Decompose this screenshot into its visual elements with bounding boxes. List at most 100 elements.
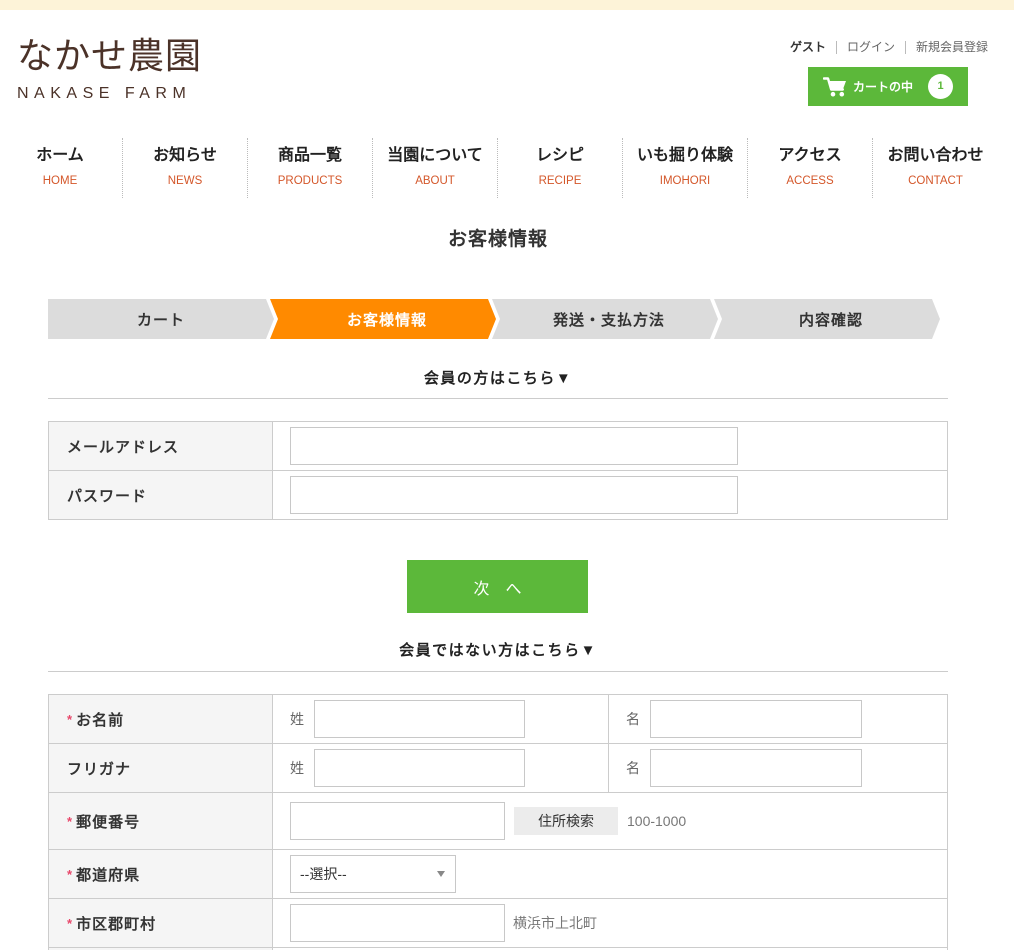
city-field[interactable]	[290, 904, 505, 942]
cart-icon	[823, 76, 847, 98]
nav-label-en: RECIPE	[538, 175, 582, 187]
link-divider	[904, 40, 906, 54]
nav-label-en: ABOUT	[415, 175, 455, 187]
furigana-label: * フリガナ	[49, 744, 273, 792]
furigana-cell: 姓 名	[273, 744, 947, 792]
postal-example-hint: 100-1000	[627, 813, 687, 829]
name-cell: 姓 名	[273, 695, 947, 743]
nav-item-contact[interactable]: お問い合わせ CONTACT	[873, 138, 998, 198]
prefecture-label-text: 都道府県	[76, 866, 141, 884]
last-name-sub-label: 姓	[290, 711, 304, 727]
section-divider	[48, 398, 948, 399]
global-nav: ホーム HOME お知らせ NEWS 商品一覧 PRODUCTS 当園について …	[0, 138, 998, 198]
cart-count-badge: 1	[928, 74, 953, 99]
first-name-kana-cell: 名	[609, 744, 947, 792]
first-name-kana-field[interactable]	[650, 749, 862, 787]
postal-label: * 郵便番号	[49, 793, 273, 849]
city-label: * 市区郡町村	[49, 899, 273, 947]
nav-item-about[interactable]: 当園について ABOUT	[373, 138, 498, 198]
logo-name-en: NAKASE FARM	[17, 85, 192, 102]
nav-label-ja: いも掘り体験	[636, 147, 733, 164]
form-row-email: メールアドレス	[49, 422, 947, 471]
nav-item-imohori[interactable]: いも掘り体験 IMOHORI	[623, 138, 748, 198]
required-mark: *	[67, 711, 74, 727]
last-name-cell: 姓	[273, 695, 609, 743]
login-link[interactable]: ログイン	[847, 39, 895, 55]
form-row-name: * お名前 姓 名	[49, 695, 947, 744]
nav-label-en: NEWS	[167, 175, 203, 187]
last-name-field[interactable]	[314, 700, 525, 738]
account-links: ゲスト ログイン 新規会員登録	[790, 39, 988, 55]
required-mark: *	[67, 813, 74, 829]
email-label: メールアドレス	[49, 422, 273, 470]
nav-label-ja: レシピ	[535, 147, 584, 164]
password-field[interactable]	[290, 476, 738, 514]
nav-label-ja: 商品一覧	[277, 147, 342, 164]
guest-form-table: * お名前 姓 名 * フリガナ 姓 名	[48, 694, 948, 950]
prefecture-select-wrapper: --選択--	[290, 855, 456, 893]
cart-label: カートの中	[853, 80, 914, 94]
required-mark: *	[67, 915, 74, 931]
nav-label-en: ACCESS	[786, 175, 834, 187]
first-name-kana-sub-label: 名	[626, 760, 640, 776]
page-title: お客様情報	[447, 229, 548, 250]
guest-section-heading: 会員ではない方はこちら▼	[399, 642, 597, 659]
city-cell: 横浜市上北町	[273, 899, 947, 947]
nav-label-en: IMOHORI	[659, 175, 711, 187]
next-button[interactable]: 次 へ	[407, 560, 588, 613]
password-cell	[273, 471, 947, 519]
nav-label-en: CONTACT	[908, 175, 963, 187]
prefecture-cell: --選択--	[273, 850, 947, 898]
step-confirm: 内容確認	[714, 299, 940, 339]
site-logo[interactable]: なかせ農園 NAKASE FARM	[17, 36, 202, 103]
nav-item-recipe[interactable]: レシピ RECIPE	[498, 138, 623, 198]
furigana-label-text: フリガナ	[67, 760, 132, 778]
last-name-kana-sub-label: 姓	[290, 760, 304, 776]
form-row-password: パスワード	[49, 471, 947, 520]
email-cell	[273, 422, 947, 470]
step-cart: カート	[48, 299, 274, 339]
last-name-kana-field[interactable]	[314, 749, 525, 787]
cart-button[interactable]: カートの中 1	[808, 67, 968, 106]
nav-label-ja: お知らせ	[153, 147, 217, 164]
checkout-steps: カート お客様情報 発送・支払方法 内容確認	[48, 299, 940, 339]
member-login-table: メールアドレス パスワード	[48, 421, 948, 520]
first-name-field[interactable]	[650, 700, 862, 738]
nav-item-news[interactable]: お知らせ NEWS	[123, 138, 248, 198]
link-divider	[835, 40, 837, 54]
form-row-furigana: * フリガナ 姓 名	[49, 744, 947, 793]
top-band	[0, 0, 1014, 10]
nav-label-ja: 当園について	[387, 147, 483, 164]
guest-label: ゲスト	[789, 40, 826, 54]
step-shipping-payment: 発送・支払方法	[492, 299, 718, 339]
name-label: * お名前	[49, 695, 273, 743]
postal-code-field[interactable]	[290, 802, 505, 840]
postal-label-text: 郵便番号	[76, 813, 141, 831]
postal-cell: 住所検索 100-1000	[273, 793, 947, 849]
first-name-cell: 名	[609, 695, 947, 743]
nav-label-en: PRODUCTS	[277, 175, 343, 187]
form-row-city: * 市区郡町村 横浜市上北町	[49, 899, 947, 948]
form-row-postal: * 郵便番号 住所検索 100-1000	[49, 793, 947, 850]
nav-label-ja: ホーム	[36, 147, 84, 164]
nav-label-ja: アクセス	[778, 147, 842, 164]
nav-label-en: HOME	[42, 175, 78, 187]
step-customer-info: お客様情報	[270, 299, 496, 339]
last-name-kana-cell: 姓	[273, 744, 609, 792]
city-example-hint: 横浜市上北町	[513, 915, 597, 931]
password-label: パスワード	[49, 471, 273, 519]
member-section-heading: 会員の方はこちら▼	[423, 370, 573, 387]
first-name-sub-label: 名	[626, 711, 640, 727]
required-mark: *	[67, 866, 74, 882]
prefecture-label: * 都道府県	[49, 850, 273, 898]
name-label-text: お名前	[76, 711, 125, 729]
city-label-text: 市区郡町村	[76, 915, 157, 933]
address-search-button[interactable]: 住所検索	[514, 807, 618, 835]
nav-item-products[interactable]: 商品一覧 PRODUCTS	[248, 138, 373, 198]
logo-name-ja: なかせ農園	[17, 35, 203, 76]
nav-item-access[interactable]: アクセス ACCESS	[748, 138, 873, 198]
nav-item-home[interactable]: ホーム HOME	[0, 138, 123, 198]
prefecture-select[interactable]: --選択--	[290, 855, 456, 893]
email-field[interactable]	[290, 427, 738, 465]
register-link[interactable]: 新規会員登録	[916, 39, 988, 55]
